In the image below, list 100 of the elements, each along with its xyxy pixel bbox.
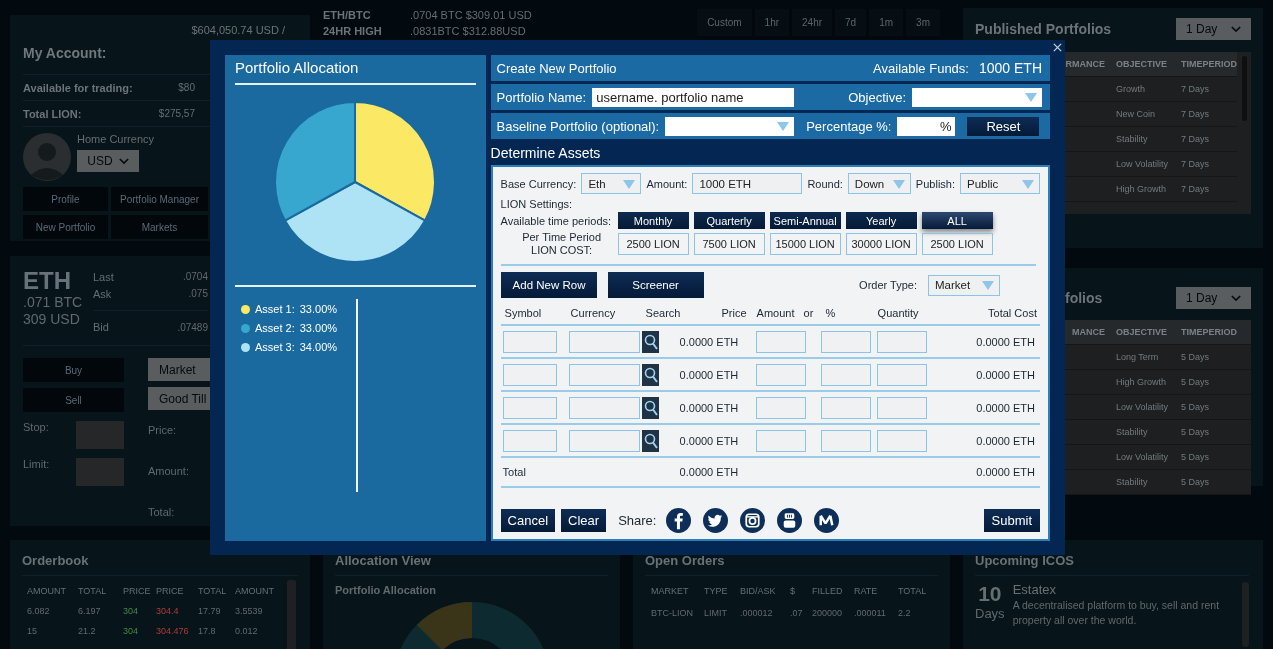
search-icon[interactable] [641,330,659,353]
percent-input[interactable] [820,396,871,419]
table-cell-text: 6.197 [78,606,102,616]
percentage-label: Percentage %: [806,118,892,134]
allocation-title: Portfolio Allocation [235,59,360,77]
reset-button[interactable]: Reset [967,116,1040,136]
table-cell-text: 6.082 [27,606,51,616]
column-header: % [824,307,837,319]
period-button[interactable]: Yearly [845,212,917,229]
home-currency-label: Home Currency [77,133,155,145]
percent-input[interactable] [820,429,871,452]
period-button[interactable]: Semi-Annual [769,212,841,229]
bird-icon[interactable] [703,508,729,533]
baseline-dropdown[interactable] [665,116,795,136]
table-cell: 5 Days [1181,427,1209,437]
quote-value: .0704 [182,271,208,284]
account-title: My Account: [23,45,107,61]
quote-label: Bid [93,321,109,333]
quantity-input[interactable] [876,396,927,419]
price-value: 0.0000 ETH [678,368,740,381]
period-button[interactable]: ALL [921,212,993,229]
account-nav-button[interactable]: New Portfolio [23,215,108,239]
percent-input[interactable] [820,363,871,386]
column-header: or [803,307,815,319]
dropdown[interactable]: Eth [581,173,642,194]
amount-input[interactable] [755,396,806,419]
table-cell-text: .000011 [854,608,887,618]
quantity-input[interactable] [876,363,927,386]
amount-input[interactable] [755,429,806,452]
currency-input[interactable] [568,429,640,452]
order-type-dropdown[interactable]: Market [928,274,1000,296]
column-header: TIMEPERIOD [1181,59,1237,69]
sell-button[interactable]: Sell [23,388,124,412]
currency-input[interactable] [568,330,640,353]
column-header: PRICE [156,586,185,596]
facebook-icon[interactable] [666,508,692,533]
column-header: PRICE [123,586,152,596]
search-icon[interactable] [641,363,659,386]
table-cell-text: .000012 [740,608,774,618]
table-cell-text: 200000 [812,608,844,618]
ticker-value: .0831BTC $312.88USD [410,25,526,39]
column-header: AMOUNT [235,586,275,596]
account-nav-button[interactable]: Markets [111,215,208,239]
table-cell-text: 15 [27,626,38,636]
close-icon[interactable] [1052,42,1063,53]
symbol-input[interactable] [502,429,557,452]
table-cell-text: 0.012 [235,626,259,636]
total-label: Total: [148,506,176,520]
symbol-input[interactable] [502,363,557,386]
caret-icon [982,281,994,290]
panel-title: folios [1065,290,1103,306]
symbol-input[interactable] [502,330,557,353]
input-field[interactable]: 1000 ETH [692,173,803,194]
table-cell-text: .07 [790,608,804,618]
legend-value: 34.00% [299,341,338,353]
table-cell: High Growth [1116,184,1167,194]
quantity-input[interactable] [876,330,927,353]
amount-input[interactable] [755,363,806,386]
symbol-input[interactable] [502,396,557,419]
table-cell: 5 Days [1181,377,1209,387]
add-row-button[interactable]: Add New Row [500,272,597,298]
buy-button[interactable]: Buy [23,358,124,382]
cancel-button[interactable]: Cancel [500,509,556,532]
period-button[interactable]: Monthly [617,212,689,229]
column-header: TYPE [704,586,729,596]
period-button[interactable]: Quarterly [693,212,765,229]
quantity-input[interactable] [876,429,927,452]
table-cell: 5 Days [1181,452,1209,462]
avatar-silhouette-icon [23,133,71,181]
objective-dropdown[interactable] [912,87,1042,107]
coin-usd-price: 309 USD [23,311,81,328]
medium-icon[interactable] [814,508,840,533]
chevron-down-icon [118,157,129,165]
currency-input[interactable] [568,363,640,386]
clear-button[interactable]: Clear [561,509,607,532]
legend-label: Asset 3: [255,341,295,353]
table-cell: Low Volatility [1116,159,1169,169]
portfolio-name-label: Portfolio Name: [496,89,587,105]
amount-input[interactable] [755,330,806,353]
submit-button[interactable]: Submit [983,509,1040,532]
dropdown[interactable]: Public [960,173,1040,194]
currency-input[interactable] [568,396,640,419]
stop-input[interactable] [76,421,124,449]
screener-button[interactable]: Screener [607,272,704,298]
account-nav-button[interactable]: Profile [23,187,108,211]
account-label: Available for trading: [23,81,133,94]
table-cell: High Growth [1116,377,1167,387]
camera-icon[interactable] [740,508,766,533]
chevron-down-icon [1231,25,1241,33]
percentage-input[interactable]: % [897,116,956,136]
stop-label: Stop: [23,421,49,433]
limit-input[interactable] [76,458,124,486]
ico-description: A decentralised platform to buy, sell and rent property all over the world. [1012,598,1221,628]
dropdown[interactable]: Down [847,173,911,194]
account-nav-button[interactable]: Portfolio Manager [111,187,208,211]
total-cost-value: 0.0000 ETH [975,401,1036,414]
search-icon[interactable] [641,396,659,419]
percent-input[interactable] [820,330,871,353]
portfolio-name-input[interactable]: username. portfolio name [592,87,795,107]
search-icon[interactable] [641,429,659,452]
